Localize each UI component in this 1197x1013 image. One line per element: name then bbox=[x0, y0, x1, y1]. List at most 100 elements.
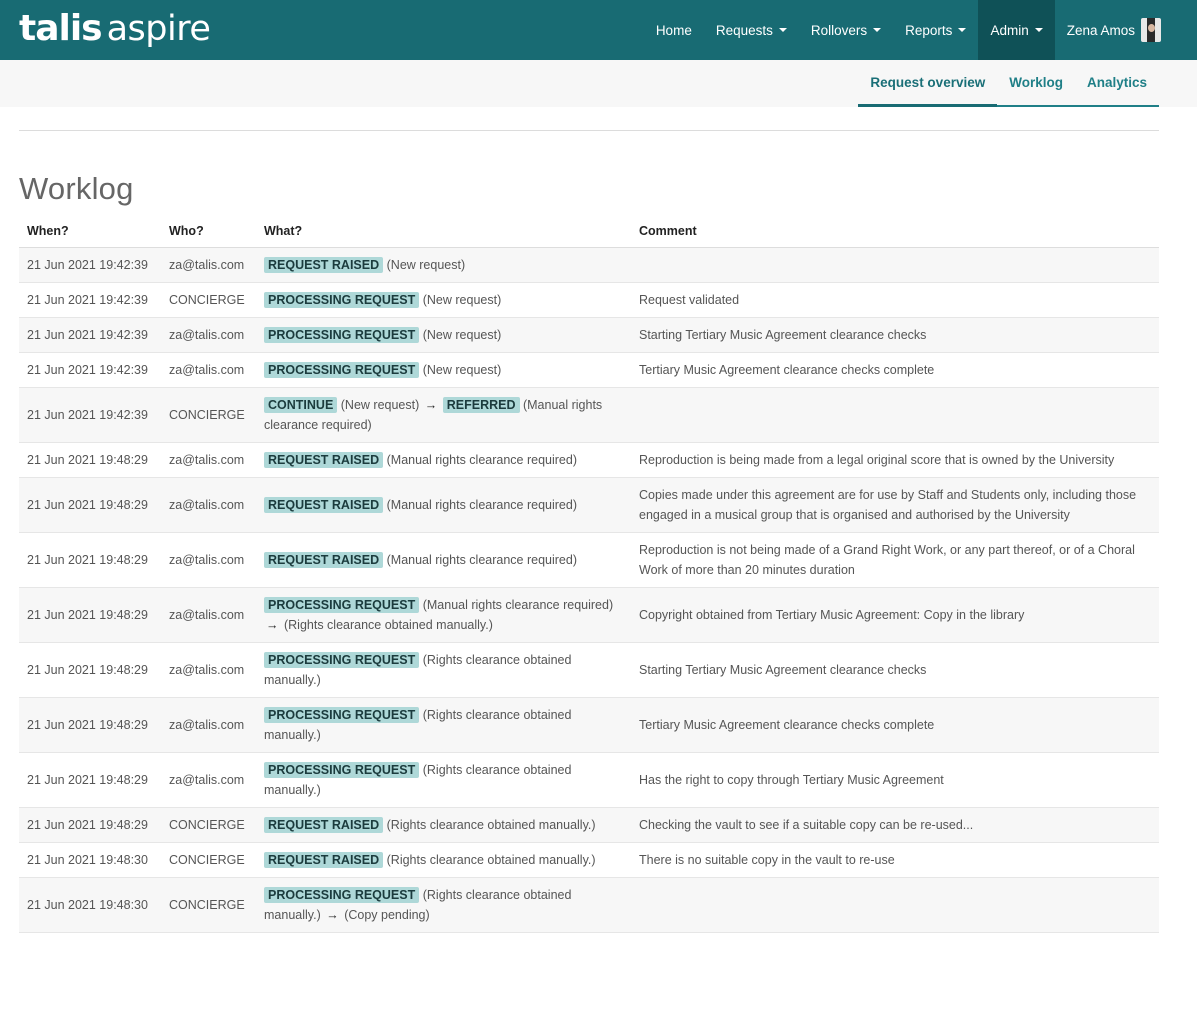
table-row: 21 Jun 2021 19:48:29 za@talis.com PROCESSI… bbox=[19, 697, 1159, 753]
cell-who: CONCIERGE bbox=[161, 877, 256, 933]
cell-when: 21 Jun 2021 19:42:39 bbox=[19, 282, 161, 318]
cell-what: CONTINUE (New request) → REFERRED (Manua… bbox=[256, 387, 631, 443]
user-menu[interactable]: Zena Amos bbox=[1055, 0, 1197, 60]
status-badge: PROCESSING REQUEST bbox=[264, 886, 420, 903]
nav-reports-label: Reports bbox=[905, 22, 953, 38]
nav-rollovers[interactable]: Rollovers bbox=[799, 0, 893, 60]
nav-rollovers-label: Rollovers bbox=[810, 22, 868, 38]
status-badge: PROCESSING REQUEST bbox=[264, 361, 420, 378]
cell-when: 21 Jun 2021 19:42:39 bbox=[19, 387, 161, 443]
caret-down-icon bbox=[1034, 28, 1043, 32]
status-detail: (New request) bbox=[422, 292, 502, 307]
cell-comment: Starting Tertiary Music Agreement cleara… bbox=[631, 317, 1159, 353]
cell-what: REQUEST RAISED (Rights clearance obtaine… bbox=[256, 807, 631, 843]
status-detail: (Rights clearance obtained manually.) bbox=[283, 617, 493, 632]
cell-comment: There is no suitable copy in the vault t… bbox=[631, 842, 1159, 878]
cell-who: za@talis.com bbox=[161, 317, 256, 353]
cell-what: PROCESSING REQUEST (Rights clearance obt… bbox=[256, 642, 631, 698]
cell-who: za@talis.com bbox=[161, 697, 256, 753]
cell-what: REQUEST RAISED (Manual rights clearance … bbox=[256, 477, 631, 533]
cell-comment: Copies made under this agreement are for… bbox=[631, 477, 1159, 533]
cell-comment bbox=[631, 387, 1159, 443]
arrow-right-icon: → bbox=[266, 617, 279, 632]
table-row: 21 Jun 2021 19:48:30 CONCIERGE REQUEST RAI… bbox=[19, 842, 1159, 878]
cell-who: za@talis.com bbox=[161, 247, 256, 283]
header-comment: Comment bbox=[631, 215, 1159, 248]
top-navbar: talis aspire Home Requests Rollovers Reports… bbox=[0, 0, 1197, 60]
table-row: 21 Jun 2021 19:48:29 za@talis.com PROCESSI… bbox=[19, 642, 1159, 698]
status-badge: REQUEST RAISED bbox=[264, 551, 384, 568]
nav-requests[interactable]: Requests bbox=[704, 0, 799, 60]
content-divider bbox=[19, 130, 1159, 131]
worklog-table: When? Who? What? Comment 21 Jun 2021 19:… bbox=[19, 215, 1159, 933]
status-detail: (Copy pending) bbox=[344, 907, 430, 922]
cell-what: PROCESSING REQUEST (Rights clearance obt… bbox=[256, 697, 631, 753]
nav-reports[interactable]: Reports bbox=[893, 0, 978, 60]
status-badge: CONTINUE bbox=[264, 396, 338, 413]
cell-when: 21 Jun 2021 19:48:29 bbox=[19, 442, 161, 478]
tab-worklog[interactable]: Worklog bbox=[997, 60, 1075, 107]
table-row: 21 Jun 2021 19:48:29 CONCIERGE REQUEST RAI… bbox=[19, 807, 1159, 843]
status-badge: PROCESSING REQUEST bbox=[264, 761, 420, 778]
main-nav: Home Requests Rollovers Reports Admin Zena A… bbox=[644, 0, 1197, 60]
cell-what: PROCESSING REQUEST (New request) bbox=[256, 282, 631, 318]
tab-request-overview[interactable]: Request overview bbox=[858, 60, 998, 107]
status-badge: REQUEST RAISED bbox=[264, 256, 384, 273]
nav-home[interactable]: Home bbox=[644, 0, 704, 60]
nav-admin[interactable]: Admin bbox=[978, 0, 1055, 60]
cell-who: za@talis.com bbox=[161, 642, 256, 698]
cell-comment: Checking the vault to see if a suitable … bbox=[631, 807, 1159, 843]
cell-what: REQUEST RAISED (Manual rights clearance … bbox=[256, 442, 631, 478]
cell-comment: Starting Tertiary Music Agreement cleara… bbox=[631, 642, 1159, 698]
nav-home-label: Home bbox=[655, 22, 692, 38]
arrow-right-icon: → bbox=[424, 397, 438, 412]
cell-who: CONCIERGE bbox=[161, 807, 256, 843]
cell-comment: Copyright obtained from Tertiary Music A… bbox=[631, 587, 1159, 643]
nav-admin-label: Admin bbox=[990, 22, 1029, 38]
status-detail: (New request) bbox=[422, 362, 502, 377]
cell-when: 21 Jun 2021 19:48:29 bbox=[19, 477, 161, 533]
cell-comment: Tertiary Music Agreement clearance check… bbox=[631, 697, 1159, 753]
cell-who: za@talis.com bbox=[161, 752, 256, 808]
table-row: 21 Jun 2021 19:48:30 CONCIERGE PROCESSING … bbox=[19, 877, 1159, 933]
cell-what: PROCESSING REQUEST (Rights clearance obt… bbox=[256, 877, 631, 933]
talis-aspire-logo[interactable]: talis aspire bbox=[19, 9, 211, 50]
cell-comment bbox=[631, 247, 1159, 283]
cell-who: za@talis.com bbox=[161, 352, 256, 388]
table-row: 21 Jun 2021 19:48:29 za@talis.com PROCESSI… bbox=[19, 752, 1159, 808]
cell-what: PROCESSING REQUEST (Manual rights cleara… bbox=[256, 587, 631, 643]
status-badge: PROCESSING REQUEST bbox=[264, 706, 420, 723]
cell-when: 21 Jun 2021 19:48:30 bbox=[19, 842, 161, 878]
arrow-right-icon: → bbox=[326, 907, 339, 922]
cell-who: CONCIERGE bbox=[161, 387, 256, 443]
status-detail: (New request) bbox=[386, 257, 466, 272]
page-title: Worklog bbox=[19, 171, 134, 206]
table-row: 21 Jun 2021 19:48:29 za@talis.com REQUEST … bbox=[19, 442, 1159, 478]
status-detail: (New request) bbox=[340, 397, 420, 412]
header-who: Who? bbox=[161, 215, 256, 248]
cell-what: REQUEST RAISED (Rights clearance obtaine… bbox=[256, 842, 631, 878]
table-row: 21 Jun 2021 19:42:39 za@talis.com REQUEST … bbox=[19, 247, 1159, 283]
cell-when: 21 Jun 2021 19:48:29 bbox=[19, 587, 161, 643]
nav-requests-label: Requests bbox=[715, 22, 773, 38]
status-detail: (Rights clearance obtained manually.) bbox=[386, 852, 596, 867]
status-detail: (Manual rights clearance required) bbox=[386, 552, 577, 567]
user-name: Zena Amos bbox=[1066, 22, 1135, 38]
cell-when: 21 Jun 2021 19:48:29 bbox=[19, 807, 161, 843]
table-row: 21 Jun 2021 19:48:29 za@talis.com PROCESSI… bbox=[19, 587, 1159, 643]
cell-who: za@talis.com bbox=[161, 532, 256, 588]
user-avatar bbox=[1141, 18, 1161, 42]
cell-comment: Request validated bbox=[631, 282, 1159, 318]
status-badge: REQUEST RAISED bbox=[264, 851, 384, 868]
sub-nav-tabs: Request overview Worklog Analytics bbox=[858, 60, 1159, 107]
main-nav-items: Home Requests Rollovers Reports Admin bbox=[644, 0, 1055, 60]
cell-who: za@talis.com bbox=[161, 442, 256, 478]
tab-analytics[interactable]: Analytics bbox=[1074, 60, 1159, 107]
cell-when: 21 Jun 2021 19:42:39 bbox=[19, 247, 161, 283]
table-row: 21 Jun 2021 19:48:29 za@talis.com REQUEST … bbox=[19, 477, 1159, 533]
worklog-table-wrapper: When? Who? What? Comment 21 Jun 2021 19:… bbox=[19, 215, 1159, 933]
table-row: 21 Jun 2021 19:42:39 za@talis.com PROCESSI… bbox=[19, 317, 1159, 353]
cell-when: 21 Jun 2021 19:42:39 bbox=[19, 317, 161, 353]
header-when: When? bbox=[19, 215, 161, 248]
cell-what: PROCESSING REQUEST (New request) bbox=[256, 352, 631, 388]
